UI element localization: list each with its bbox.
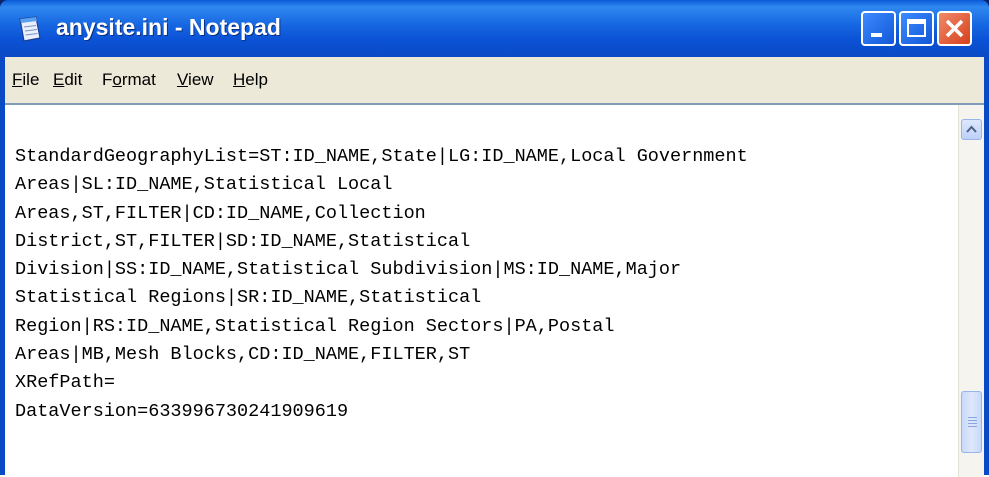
thumb-grip (968, 423, 977, 424)
scroll-thumb[interactable] (961, 391, 982, 453)
notepad-window: anysite.ini - Notepad File Edit Format V… (0, 0, 989, 477)
editor-line: Statistical Regions|SR:ID_NAME,Statistic… (15, 287, 482, 309)
minimize-icon (871, 33, 882, 37)
editor-line: Division|SS:ID_NAME,Statistical Subdivis… (15, 259, 682, 281)
scroll-up-button[interactable] (961, 119, 982, 140)
menu-format[interactable]: Format (102, 70, 156, 90)
menu-edit[interactable]: Edit (53, 70, 82, 90)
editor-line: Region|RS:ID_NAME,Statistical Region Sec… (15, 315, 615, 337)
menu-view[interactable]: View (177, 70, 214, 90)
close-button[interactable] (937, 11, 972, 46)
editor-line: District,ST,FILTER|SD:ID_NAME,Statistica… (15, 230, 471, 252)
chevron-up-icon (966, 125, 977, 133)
window-frame-right (984, 57, 989, 475)
text-editor[interactable]: StandardGeographyList=ST:ID_NAME,State|L… (5, 103, 984, 477)
window-title: anysite.ini - Notepad (56, 14, 281, 40)
editor-line: XRefPath= (15, 372, 115, 394)
minimize-button[interactable] (861, 11, 896, 46)
maximize-button[interactable] (899, 11, 934, 46)
title-bar[interactable]: anysite.ini - Notepad (0, 0, 989, 57)
editor-line: Areas|SL:ID_NAME,Statistical Local (15, 174, 393, 196)
editor-line: Areas,ST,FILTER|CD:ID_NAME,Collection (15, 202, 426, 224)
menu-bar: File Edit Format View Help (5, 57, 984, 104)
editor-content[interactable]: StandardGeographyList=ST:ID_NAME,State|L… (15, 143, 955, 426)
editor-line: DataVersion=633996730241909619 (15, 400, 349, 422)
menu-file[interactable]: File (12, 70, 39, 90)
thumb-grip (968, 417, 977, 418)
thumb-grip (968, 426, 977, 427)
editor-line: Areas|MB,Mesh Blocks,CD:ID_NAME,FILTER,S… (15, 344, 471, 366)
notepad-icon[interactable] (18, 16, 42, 42)
maximize-icon (907, 19, 926, 37)
menu-help[interactable]: Help (233, 70, 268, 90)
editor-line: StandardGeographyList=ST:ID_NAME,State|L… (15, 146, 748, 167)
vertical-scrollbar[interactable] (958, 105, 984, 477)
close-icon (945, 19, 964, 38)
thumb-grip (968, 420, 977, 421)
